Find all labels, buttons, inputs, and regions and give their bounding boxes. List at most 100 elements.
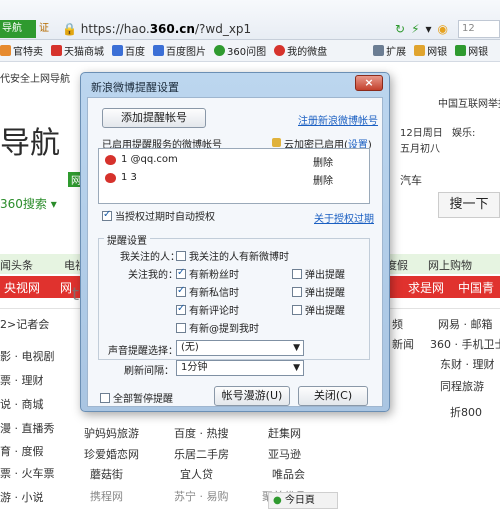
- qiushi-link[interactable]: 求是网: [408, 279, 444, 296]
- delete-account-button[interactable]: 删除: [313, 154, 333, 169]
- list-right-item[interactable]: 频: [392, 316, 403, 332]
- popup-fans-checkbox[interactable]: 弹出提醒: [292, 266, 345, 281]
- list-left-item[interactable]: 育 · 度假: [0, 443, 44, 459]
- dialog-body: 添加提醒帐号 注册新浪微博帐号 已启用提醒服务的微博帐号 云加密已启用(设置) …: [87, 97, 383, 407]
- list-right-item[interactable]: 360 · 手机卫士: [430, 336, 500, 352]
- list-left-item[interactable]: 影 · 电视剧: [0, 348, 55, 364]
- list-right-item[interactable]: 网易 · 邮箱: [438, 316, 493, 332]
- search-engine-select[interactable]: 360搜索 ▾: [0, 192, 70, 216]
- favorite-item[interactable]: 我的微盘: [274, 43, 327, 58]
- grid-link[interactable]: 唯品会: [272, 466, 305, 482]
- new-comment-checkbox[interactable]: 有新评论时: [176, 302, 239, 317]
- follow-label: 我关注的人：: [120, 252, 180, 263]
- list-right-item[interactable]: 新闻: [392, 336, 414, 352]
- about-auth-expiry-link[interactable]: 关于授权过期: [314, 210, 374, 225]
- list-left-item[interactable]: 票 · 火车票: [0, 465, 55, 481]
- follow-me-label: 关注我的：: [128, 270, 178, 281]
- grid-link[interactable]: 乐居二手房: [174, 446, 229, 462]
- account-row[interactable]: 1 @qq.com 删除: [105, 153, 365, 169]
- tab-fragment[interactable]: 导航: [0, 20, 36, 38]
- account-row[interactable]: 1 3 删除: [105, 171, 365, 187]
- favorite-item[interactable]: 百度: [112, 43, 145, 58]
- grid-link[interactable]: 苏宁 · 易购: [174, 488, 229, 504]
- grid-link[interactable]: 百度 · 热搜: [174, 425, 229, 441]
- favorite-item[interactable]: 天猫商城: [51, 43, 104, 58]
- certificate-badge[interactable]: 证: [36, 20, 52, 38]
- favorite-item[interactable]: 网银: [414, 43, 447, 58]
- tmall-icon: [51, 45, 62, 56]
- extension-icon: [373, 45, 385, 56]
- today-status[interactable]: ● 今日頁: [268, 492, 338, 509]
- report-link[interactable]: 中国互联网举报: [438, 95, 500, 110]
- bank-icon: [414, 45, 426, 56]
- flash-icon[interactable]: ⚡: [411, 22, 419, 36]
- lock-icon: 🔒: [62, 22, 77, 36]
- shopping-tab[interactable]: 网上购物: [428, 257, 472, 273]
- checkbox-box: [292, 268, 302, 279]
- grid-link[interactable]: 携程网: [90, 488, 123, 504]
- search-button[interactable]: 搜一下: [438, 192, 500, 218]
- dialog-title: 新浪微博提醒设置: [91, 81, 179, 94]
- new-message-checkbox[interactable]: 有新私信时: [176, 284, 239, 299]
- sound-select[interactable]: (无) ▼: [176, 340, 304, 356]
- dropdown-icon[interactable]: ▾: [426, 22, 432, 36]
- baidu-icon: [112, 45, 123, 56]
- delete-account-button[interactable]: 删除: [313, 172, 333, 187]
- weibo-icon: [105, 173, 116, 183]
- cctv-link[interactable]: 央视网: [4, 279, 40, 296]
- url-domain: 360.cn: [149, 22, 195, 36]
- group-title: 提醒设置: [104, 232, 150, 247]
- 360-icon: [214, 45, 225, 56]
- checkbox-box: [292, 286, 302, 297]
- url-field[interactable]: 🔒 https://hao.360.cn/?wd_xp1: [62, 20, 358, 38]
- register-weibo-link[interactable]: 注册新浪微博帐号: [298, 112, 378, 127]
- grid-link[interactable]: 驴妈妈旅游: [84, 425, 139, 441]
- popup-comment-checkbox[interactable]: 弹出提醒: [292, 302, 345, 317]
- grid-link[interactable]: 宜人贷: [180, 466, 213, 482]
- browser-search-input[interactable]: 12: [458, 20, 500, 38]
- favorite-item[interactable]: 百度图片: [153, 43, 206, 58]
- pause-all-checkbox[interactable]: 全部暂停提醒: [100, 390, 173, 405]
- list-left-item[interactable]: 2>记者会: [0, 316, 49, 332]
- list-right-item[interactable]: 东财 · 理财: [440, 356, 495, 372]
- list-left-item[interactable]: 说 · 商城: [0, 396, 44, 412]
- favorite-item[interactable]: 官特卖: [0, 43, 43, 58]
- favorite-item[interactable]: 扩展: [373, 43, 406, 58]
- sun-icon: ●: [273, 495, 282, 506]
- red-link[interactable]: 网: [60, 279, 72, 296]
- list-right-item[interactable]: 折800: [450, 404, 482, 420]
- close-button[interactable]: 关闭(C): [298, 386, 368, 406]
- grid-link[interactable]: 赶集网: [268, 425, 301, 441]
- list-left-item[interactable]: 漫 · 直播秀: [0, 420, 55, 436]
- follow-new-weibo-checkbox[interactable]: 我关注的人有新微博时: [176, 248, 289, 263]
- refresh-interval-label: 刷新间隔：: [124, 366, 174, 377]
- bank-icon: [455, 45, 467, 56]
- add-account-button[interactable]: 添加提醒帐号: [102, 108, 206, 128]
- refresh-interval-select[interactable]: 1分钟 ▼: [176, 360, 304, 376]
- sound-label: 声音提醒选择：: [108, 346, 178, 357]
- news-tab[interactable]: 闻头条: [0, 257, 33, 273]
- checkbox-box: [100, 392, 110, 403]
- favorite-item[interactable]: 360问图: [214, 43, 266, 58]
- new-fans-checkbox[interactable]: 有新粉丝时: [176, 266, 239, 281]
- auto-authorize-checkbox[interactable]: 当授权过期时自动授权: [102, 208, 215, 223]
- refresh-icon[interactable]: ↻: [395, 22, 405, 36]
- car-link[interactable]: 汽车: [400, 172, 422, 188]
- new-mention-checkbox[interactable]: 有新@提到我时: [176, 320, 259, 335]
- grid-link[interactable]: 蘑菇街: [90, 466, 123, 482]
- grid-link[interactable]: 亚马逊: [268, 446, 301, 462]
- list-left-item[interactable]: 游 · 小说: [0, 489, 44, 505]
- list-left-item[interactable]: 票 · 理财: [0, 372, 44, 388]
- favorite-item[interactable]: 网银: [455, 43, 488, 58]
- checkbox-box: [176, 250, 186, 261]
- weibo-reminder-dialog: 新浪微博提醒设置 × 添加提醒帐号 注册新浪微博帐号 已启用提醒服务的微博帐号 …: [80, 72, 390, 412]
- checkbox-box: [176, 267, 186, 279]
- popup-message-checkbox[interactable]: 弹出提醒: [292, 284, 345, 299]
- checkbox-box: [176, 303, 186, 315]
- close-icon[interactable]: ×: [355, 75, 383, 91]
- search-engine-icon[interactable]: ◉: [438, 22, 448, 36]
- account-roam-button[interactable]: 帐号漫游(U): [214, 386, 290, 406]
- grid-link[interactable]: 珍爱婚恋网: [84, 446, 139, 462]
- list-right-item[interactable]: 同程旅游: [440, 378, 484, 394]
- chevron-down-icon: ▼: [293, 363, 300, 373]
